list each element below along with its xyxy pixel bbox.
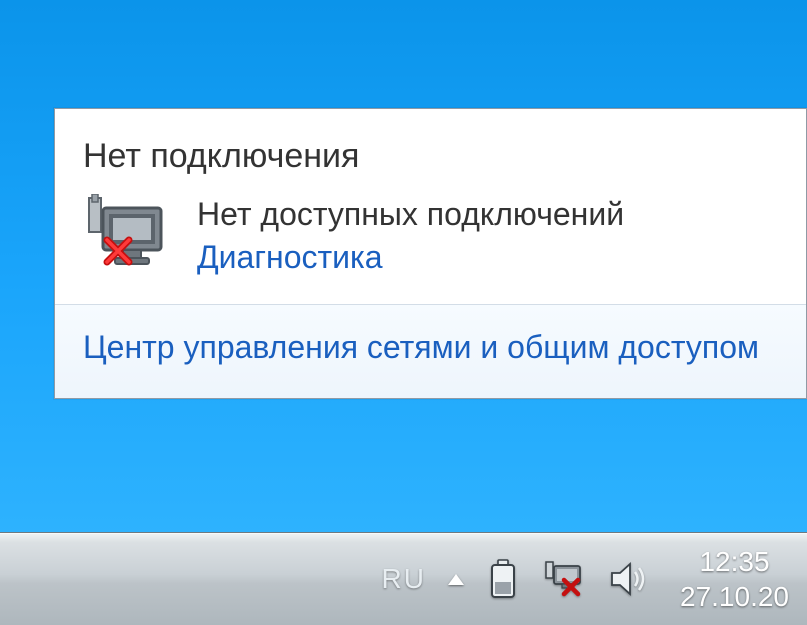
network-tray-icon[interactable] — [542, 560, 586, 598]
clock[interactable]: 12:35 27.10.20 — [674, 544, 789, 614]
popup-header: Нет подключения — [55, 109, 806, 180]
popup-title: Нет подключения — [83, 137, 778, 176]
clock-date: 27.10.20 — [680, 579, 789, 614]
taskbar: RU 12:35 27.10.20 — [0, 532, 807, 625]
diagnose-link[interactable]: Диагностика — [197, 239, 624, 276]
network-disconnected-icon — [83, 194, 171, 272]
network-center-link[interactable]: Центр управления сетями и общим доступом — [83, 329, 759, 365]
popup-body: Нет доступных подключений Диагностика — [55, 180, 806, 304]
popup-footer: Центр управления сетями и общим доступом — [55, 304, 806, 398]
no-connections-message: Нет доступных подключений — [197, 196, 624, 233]
system-tray: RU 12:35 27.10.20 — [374, 533, 807, 625]
volume-icon[interactable] — [608, 560, 652, 598]
battery-icon[interactable] — [486, 558, 520, 600]
language-indicator[interactable]: RU — [382, 563, 426, 595]
clock-time: 12:35 — [699, 544, 769, 579]
show-hidden-icons[interactable] — [448, 574, 464, 585]
popup-text: Нет доступных подключений Диагностика — [197, 194, 624, 276]
network-connections-popup: Нет подключения Нет доступных подключени… — [54, 108, 807, 399]
